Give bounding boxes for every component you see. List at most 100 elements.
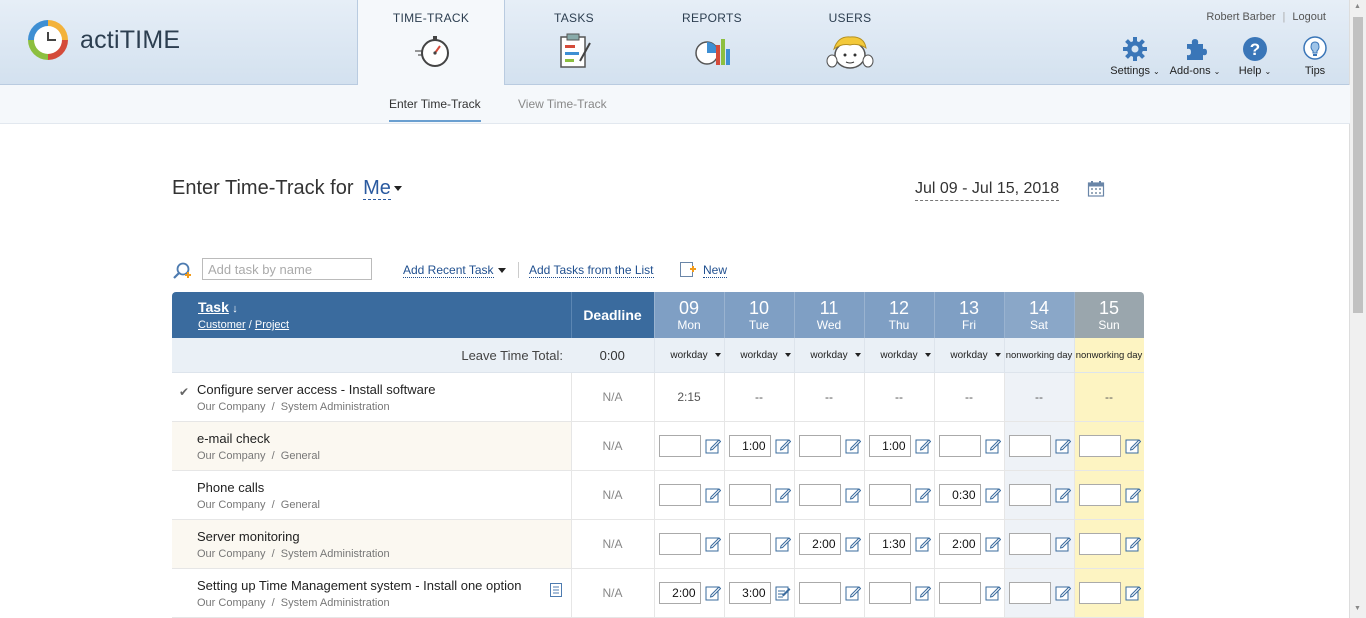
task-name[interactable]: Setting up Time Management system - Inst… [197,578,571,593]
task-name[interactable]: e-mail check [197,431,571,446]
comment-icon[interactable] [705,536,721,552]
time-input[interactable] [868,484,911,506]
time-cell [723,470,794,520]
time-input[interactable]: 3:00 [728,582,771,604]
day-type-selector[interactable]: workday [863,338,934,373]
chevron-down-icon[interactable] [498,268,506,273]
comment-icon[interactable] [845,487,861,503]
comment-icon[interactable] [775,536,791,552]
time-cell: 0:30 [933,470,1004,520]
date-range-selector[interactable]: Jul 09 - Jul 15, 2018 [915,180,1060,201]
comment-icon[interactable] [845,585,861,601]
time-input[interactable]: 1:30 [868,533,911,555]
comment-icon[interactable] [915,536,931,552]
comment-icon[interactable] [845,536,861,552]
time-input[interactable] [1078,533,1121,555]
add-tasks-from-list-link[interactable]: Add Tasks from the List [529,263,654,278]
time-input[interactable] [658,484,701,506]
task-name[interactable]: Phone calls [197,480,571,495]
time-input[interactable]: 0:30 [938,484,981,506]
comment-icon[interactable] [775,438,791,454]
time-input[interactable] [1008,533,1051,555]
time-input[interactable]: 2:00 [798,533,841,555]
comment-icon[interactable] [985,438,1001,454]
tab-enter-time-track[interactable]: Enter Time-Track [389,97,481,122]
time-input[interactable]: 1:00 [728,435,771,457]
time-input[interactable] [798,582,841,604]
time-input[interactable] [658,435,701,457]
comment-icon[interactable] [1055,585,1071,601]
comment-icon[interactable] [915,585,931,601]
task-description-icon[interactable] [549,583,562,597]
time-input[interactable] [728,533,771,555]
day-type-selector[interactable]: workday [723,338,794,373]
time-input[interactable] [938,582,981,604]
comment-icon[interactable] [985,536,1001,552]
new-task-icon[interactable] [680,262,696,277]
scrollbar-thumb[interactable] [1353,17,1363,313]
time-input[interactable] [798,484,841,506]
time-input[interactable] [798,435,841,457]
task-name[interactable]: Configure server access - Install softwa… [197,382,571,397]
time-input[interactable] [1008,582,1051,604]
comment-icon[interactable] [1125,536,1141,552]
time-input[interactable]: 1:00 [868,435,911,457]
time-value: -- [1035,390,1043,404]
day-type-selector[interactable]: workday [933,338,1004,373]
sort-by-customer-link[interactable]: Customer [198,319,246,331]
day-type-selector[interactable]: workday [793,338,864,373]
comment-icon[interactable] [1125,438,1141,454]
addons-menu[interactable]: Add-ons ⌄ [1165,36,1225,77]
calendar-icon[interactable] [1087,180,1105,198]
page-scrollbar[interactable]: ▲ ▼ [1349,0,1366,618]
time-input[interactable]: 2:00 [658,582,701,604]
tab-view-time-track[interactable]: View Time-Track [518,97,607,111]
user-selector[interactable]: Me [363,177,391,200]
time-input[interactable] [728,484,771,506]
comment-icon[interactable] [845,438,861,454]
new-task-link[interactable]: New [703,263,728,278]
time-input[interactable] [658,533,701,555]
chevron-down-icon[interactable] [393,186,402,192]
comment-icon[interactable] [1055,438,1071,454]
comment-icon[interactable] [1125,585,1141,601]
time-input[interactable] [1078,582,1121,604]
time-input[interactable] [1078,435,1121,457]
add-task-search-input[interactable] [202,258,372,280]
time-input[interactable] [868,582,911,604]
comment-icon[interactable] [705,487,721,503]
nav-reports[interactable]: REPORTS [643,0,781,84]
time-input[interactable]: 2:00 [938,533,981,555]
nav-time-track[interactable]: TIME-TRACK [357,0,505,85]
add-recent-task-link[interactable]: Add Recent Task [403,263,494,278]
logout-link[interactable]: Logout [1292,11,1326,23]
current-user-link[interactable]: Robert Barber [1206,11,1275,23]
comment-icon[interactable] [985,585,1001,601]
app-logo[interactable]: actiTIME [28,20,180,60]
tips-button[interactable]: Tips [1285,36,1345,77]
comment-icon[interactable] [1055,487,1071,503]
time-input[interactable] [1078,484,1121,506]
time-input[interactable] [938,435,981,457]
comment-icon[interactable] [1055,536,1071,552]
sort-by-task-link[interactable]: Task [198,299,229,315]
time-input[interactable] [1008,435,1051,457]
customer-name: Our Company [197,498,266,511]
comment-icon[interactable] [775,487,791,503]
comment-icon[interactable] [775,585,791,601]
time-input[interactable] [1008,484,1051,506]
task-name[interactable]: Server monitoring [197,529,571,544]
comment-icon[interactable] [705,585,721,601]
comment-icon[interactable] [915,438,931,454]
comment-icon[interactable] [915,487,931,503]
help-menu[interactable]: ? Help ⌄ [1225,36,1285,77]
sort-by-project-link[interactable]: Project [255,319,289,331]
gear-icon [1123,37,1147,61]
nav-users[interactable]: USERS [781,0,919,84]
settings-menu[interactable]: Settings ⌄ [1105,36,1165,77]
nav-tasks[interactable]: TASKS [505,0,643,84]
comment-icon[interactable] [705,438,721,454]
comment-icon[interactable] [985,487,1001,503]
day-type-selector[interactable]: workday [653,338,724,373]
comment-icon[interactable] [1125,487,1141,503]
